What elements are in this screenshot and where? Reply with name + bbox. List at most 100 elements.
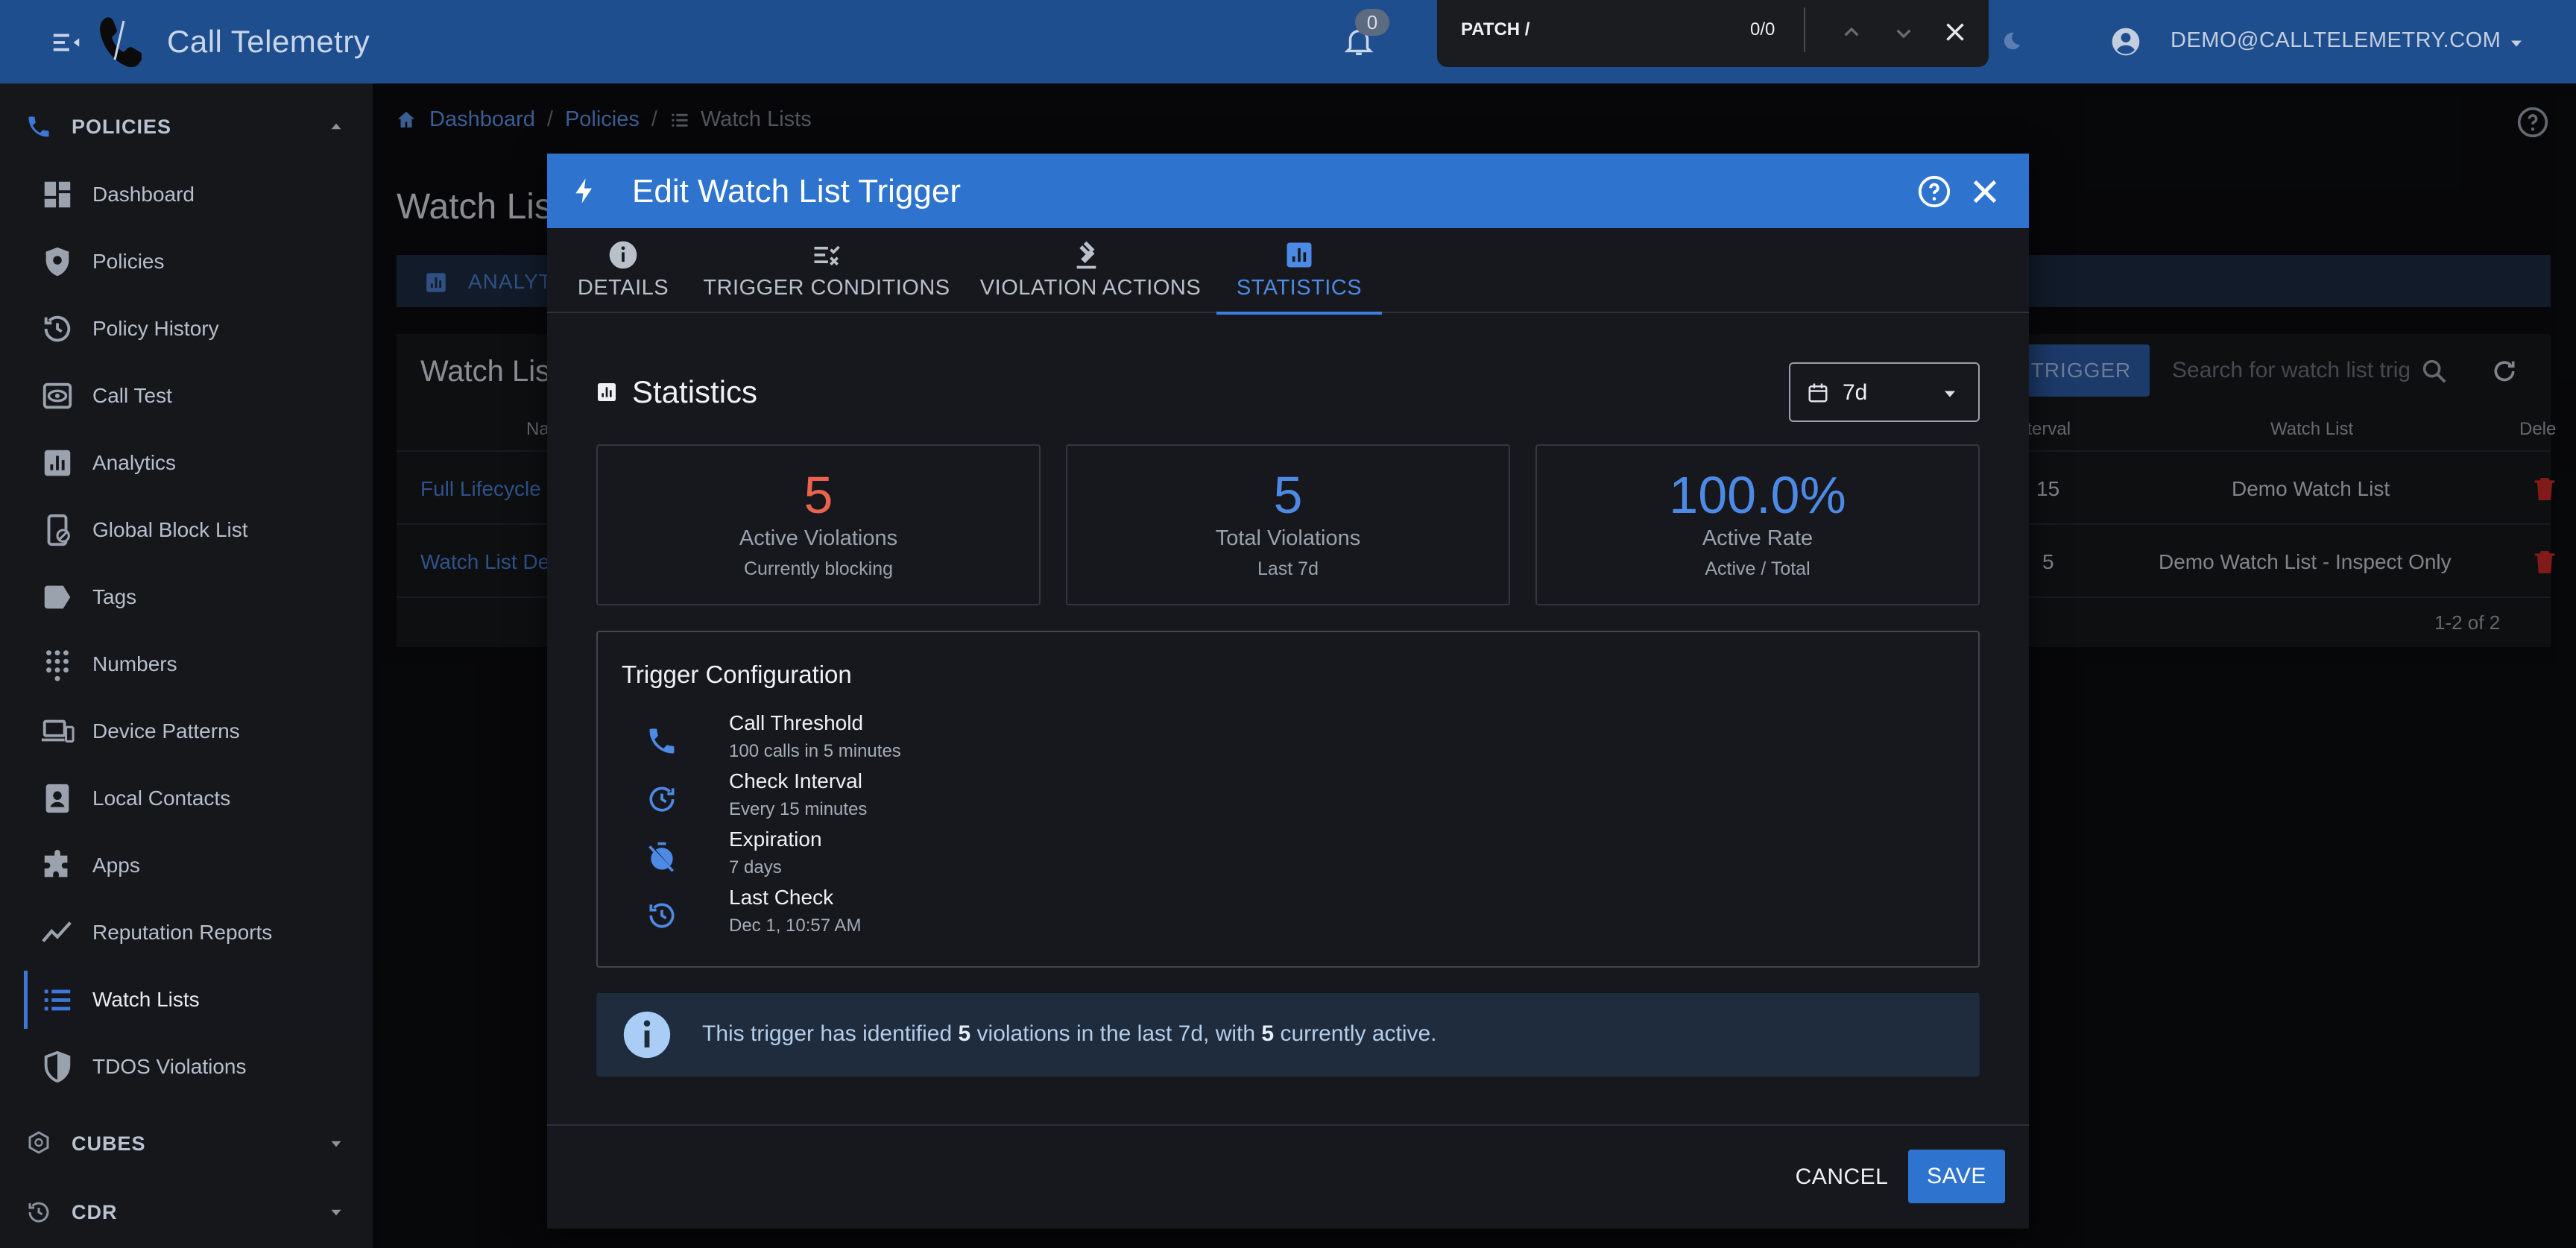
caret-down-icon [1945, 391, 1955, 397]
sidebar-item-label: Reputation Reports [92, 921, 273, 944]
config-row-last-check: Last Check Dec 1, 10:57 AM [598, 886, 1939, 944]
sidebar-item-apps[interactable]: Apps [24, 832, 371, 899]
tab-trigger-conditions[interactable]: TRIGGER CONDITIONS [703, 228, 950, 313]
tab-label: DETAILS [577, 276, 669, 300]
dark-mode-icon[interactable] [2001, 30, 2023, 52]
sidebar-group-policies[interactable]: POLICIES [0, 97, 373, 157]
account-circle-icon[interactable] [2109, 25, 2142, 58]
chevron-up-icon[interactable] [1837, 18, 1866, 48]
find-query[interactable]: PATCH / [1461, 19, 1530, 40]
analytics-icon [44, 450, 71, 476]
phone-block-icon [47, 514, 70, 546]
config-row-call-threshold: Call Threshold 100 calls in 5 minutes [598, 711, 1939, 769]
sidebar-group-cdr[interactable]: CDR [0, 1182, 373, 1242]
time-range-value: 7d [1843, 380, 1868, 405]
statistics-heading: Statistics [632, 374, 758, 409]
trend-icon [42, 921, 72, 942]
stat-label: Active Violations [739, 526, 898, 550]
info-alert: This trigger has identified 5 violations… [596, 993, 1980, 1077]
user-email[interactable]: DEMO@CALLTELEMETRY.COM [2171, 28, 2501, 53]
dialpad-icon [46, 650, 69, 681]
sidebar-item-label: Apps [92, 854, 140, 877]
stat-value: 5 [804, 466, 833, 524]
sidebar-item-label: Policies [92, 250, 165, 273]
refresh-clock-icon [649, 787, 675, 812]
shield-gear-icon [45, 247, 69, 277]
app-bar: Call Telemetry 0 PATCH / 0/0 DEMO@CALLTE… [0, 0, 2576, 83]
sidebar-item-label: Global Block List [92, 518, 248, 541]
sidebar-item-call-test[interactable]: Call Test [24, 362, 371, 429]
checklist-icon [814, 245, 840, 266]
dashboard-icon [44, 181, 71, 208]
sidebar-item-global-block-list[interactable]: Global Block List [24, 497, 371, 564]
tab-violation-actions[interactable]: VIOLATION ACTIONS [972, 228, 1209, 313]
eye-box-icon [42, 382, 72, 409]
close-icon[interactable] [1939, 16, 1971, 48]
info-icon [623, 1011, 671, 1059]
sidebar-item-policy-history[interactable]: Policy History [24, 295, 371, 362]
sidebar-item-local-contacts[interactable]: Local Contacts [24, 765, 371, 832]
config-row-value: 7 days [729, 857, 782, 877]
save-button[interactable]: SAVE [1908, 1150, 2005, 1203]
caret-down-icon[interactable] [2506, 33, 2527, 54]
sidebar-item-label: TDOS Violations [92, 1055, 247, 1078]
cancel-button[interactable]: CANCEL [1786, 1151, 1898, 1203]
sidebar-item-dashboard[interactable]: Dashboard [24, 161, 371, 228]
sidebar-item-label: Analytics [92, 451, 177, 474]
sidebar-item-device-patterns[interactable]: Device Patterns [24, 698, 371, 765]
help-circle-icon[interactable] [1917, 174, 1951, 209]
config-title: Trigger Configuration [622, 661, 852, 688]
chevron-down-icon[interactable] [1889, 18, 1919, 48]
notification-badge: 0 [1355, 9, 1389, 36]
phone-settings-icon [28, 116, 49, 137]
sidebar-group-label: CUBES [72, 1132, 146, 1155]
sidebar-item-label: Device Patterns [92, 719, 240, 743]
close-icon[interactable] [1968, 174, 2002, 209]
sidebar-item-policies[interactable]: Policies [24, 228, 371, 295]
find-separator [1804, 7, 1805, 52]
list-icon [44, 989, 71, 1011]
sidebar-item-reputation-reports[interactable]: Reputation Reports [24, 899, 371, 966]
sidebar-group-cubes[interactable]: CUBES [0, 1114, 373, 1173]
config-row-title: Check Interval [729, 769, 862, 792]
stat-sublabel: Last 7d [1257, 558, 1319, 579]
sidebar-item-numbers[interactable]: Numbers [24, 631, 371, 698]
sidebar-item-label: Local Contacts [92, 787, 231, 810]
config-row-expiration: Expiration 7 days [598, 828, 1939, 886]
caret-down-icon [331, 1209, 341, 1216]
contact-card-icon [45, 784, 69, 813]
sidebar-item-watch-lists[interactable]: Watch Lists [24, 966, 371, 1033]
history-icon [649, 903, 675, 928]
menu-collapse-icon[interactable] [49, 25, 83, 60]
time-range-select[interactable]: 7d [1789, 362, 1980, 422]
dialog-footer-divider [547, 1124, 2029, 1126]
alert-prefix: This trigger has identified [702, 1021, 959, 1046]
sidebar-item-analytics[interactable]: Analytics [24, 429, 371, 497]
stat-sublabel: Active / Total [1705, 558, 1811, 579]
alert-middle: violations in the last 7d, with [970, 1021, 1262, 1046]
tab-statistics[interactable]: STATISTICS [1216, 228, 1382, 315]
edit-watch-list-trigger-dialog: Edit Watch List Trigger DETAILS TRIGGER … [547, 154, 2029, 1229]
alert-suffix: currently active. [1274, 1021, 1437, 1046]
sidebar-item-label: Watch Lists [92, 988, 200, 1011]
config-row-title: Last Check [729, 886, 834, 909]
info-alert-text: This trigger has identified 5 violations… [702, 1021, 1437, 1047]
stat-card-active-rate: 100.0% Active Rate Active / Total [1535, 444, 1980, 605]
sidebar-item-tags[interactable]: Tags [24, 564, 371, 631]
call-telemetry-logo [100, 17, 142, 68]
info-icon [609, 241, 637, 269]
config-row-value: Dec 1, 10:57 AM [729, 915, 862, 936]
calendar-icon [1808, 383, 1828, 403]
tab-label: STATISTICS [1236, 276, 1363, 300]
dialog-header: Edit Watch List Trigger [547, 154, 2029, 228]
stat-card-active-violations: 5 Active Violations Currently blocking [596, 444, 1041, 605]
phone-icon [649, 728, 675, 754]
config-row-value: 100 calls in 5 minutes [729, 741, 901, 761]
tab-details[interactable]: DETAILS [558, 228, 689, 313]
sidebar-item-tdos-violations[interactable]: TDOS Violations [24, 1033, 371, 1100]
config-row-title: Call Threshold [729, 711, 864, 734]
config-row-title: Expiration [729, 828, 822, 851]
stat-sublabel: Currently blocking [743, 558, 894, 579]
history-icon [28, 1202, 49, 1223]
stat-label: Active Rate [1702, 526, 1813, 550]
